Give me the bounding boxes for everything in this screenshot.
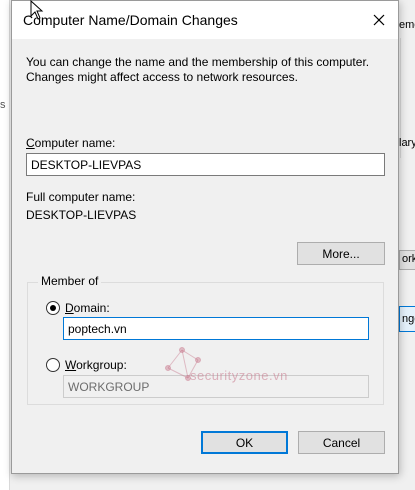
full-computer-name-label: Full computer name: xyxy=(26,190,136,204)
close-button[interactable] xyxy=(360,1,398,39)
workgroup-label: Workgroup: xyxy=(65,358,127,372)
domain-input[interactable]: poptech.vn xyxy=(63,317,369,340)
title-bar[interactable]: Computer Name/Domain Changes xyxy=(12,1,398,39)
radio-selected-dot xyxy=(50,305,56,311)
full-computer-name-value: DESKTOP-LIEVPAS xyxy=(26,208,137,222)
computer-name-input[interactable]: DESKTOP-LIEVPAS xyxy=(26,153,385,176)
close-icon xyxy=(373,14,385,26)
background-fragment-1: emo xyxy=(399,19,415,31)
workgroup-input[interactable]: WORKGROUP xyxy=(63,375,369,398)
ok-button[interactable]: OK xyxy=(201,431,288,454)
background-button-fragment-2[interactable]: nge xyxy=(399,306,415,332)
background-left-strip xyxy=(0,0,10,490)
dialog-description: You can change the name and the membersh… xyxy=(26,55,370,84)
domain-label: Domain: xyxy=(65,301,110,315)
background-button-fragment[interactable]: ork xyxy=(399,250,415,270)
background-left-fragment: s xyxy=(0,99,6,111)
computer-name-dialog: Computer Name/Domain Changes You can cha… xyxy=(11,0,399,474)
cancel-button[interactable]: Cancel xyxy=(298,431,385,454)
background-fragment-3: lary xyxy=(399,137,415,149)
computer-name-label: Computer name: xyxy=(26,136,116,150)
domain-radio[interactable] xyxy=(46,301,60,315)
more-button[interactable]: More... xyxy=(297,242,385,265)
workgroup-radio[interactable] xyxy=(46,358,60,372)
dialog-title: Computer Name/Domain Changes xyxy=(23,12,238,28)
member-of-label: Member of xyxy=(38,274,102,288)
